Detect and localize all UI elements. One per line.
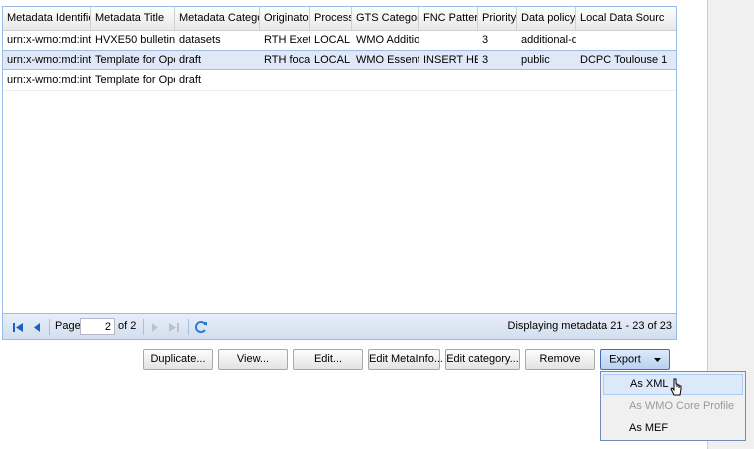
toolbar-separator xyxy=(49,319,50,335)
cell-title: Template for Ope xyxy=(95,54,175,66)
column-header-gts-category[interactable]: GTS Category xyxy=(352,7,419,30)
column-header-metadata-identifier[interactable]: Metadata Identifie xyxy=(3,7,91,30)
export-button-label: Export xyxy=(609,353,641,366)
remove-button[interactable]: Remove xyxy=(525,349,595,370)
page-label: Page xyxy=(55,320,81,332)
cell-identifier: urn:x-wmo:md:int xyxy=(7,54,91,66)
cell-category: datasets xyxy=(179,34,221,46)
cell-identifier: urn:x-wmo:md:int xyxy=(7,34,91,46)
cell-fnc-pattern: INSERT HER xyxy=(423,54,478,66)
table-row[interactable]: urn:x-wmo:md:int Template for Ope draft xyxy=(3,71,676,91)
menu-item-as-mef[interactable]: As MEF xyxy=(603,418,743,439)
cell-category: draft xyxy=(179,54,202,66)
column-header-metadata-title[interactable]: Metadata Title xyxy=(91,7,175,30)
column-header-process[interactable]: Process xyxy=(310,7,352,30)
table-row[interactable]: urn:x-wmo:md:int HVXE50 bulletin a datas… xyxy=(3,31,676,51)
cell-gts-category: WMO Essentic xyxy=(356,54,419,66)
duplicate-button[interactable]: Duplicate... xyxy=(143,349,213,370)
column-header-priority[interactable]: Priority xyxy=(478,7,517,30)
paging-status-text: Displaying metadata 21 - 23 of 23 xyxy=(507,320,673,332)
first-page-icon[interactable] xyxy=(10,319,26,335)
cell-fnc-pattern xyxy=(419,31,478,50)
column-header-metadata-category[interactable]: Metadata Categor xyxy=(175,7,260,30)
export-button[interactable]: Export xyxy=(600,349,670,370)
column-header-originator[interactable]: Originator xyxy=(260,7,310,30)
cell-originator: RTH Exete xyxy=(264,34,310,46)
cell-priority: 3 xyxy=(482,34,489,46)
cell-title: HVXE50 bulletin a xyxy=(95,34,175,46)
paging-toolbar: Page of 2 Displaying metadata 21 - 23 of… xyxy=(3,313,676,339)
cell-local-data-source xyxy=(576,31,676,50)
previous-page-icon[interactable] xyxy=(29,319,45,335)
grid-header: Metadata Identifie Metadata Title Metada… xyxy=(3,7,676,31)
mouse-pointer-icon xyxy=(670,378,683,401)
cell-process: LOCAL xyxy=(314,54,351,66)
metadata-grid: Metadata Identifie Metadata Title Metada… xyxy=(2,6,677,340)
refresh-icon[interactable] xyxy=(193,319,209,335)
cell-originator: RTH focal xyxy=(264,54,310,66)
page-number-input[interactable] xyxy=(80,318,115,335)
last-page-icon[interactable] xyxy=(166,319,182,335)
cell-identifier: urn:x-wmo:md:int xyxy=(7,74,91,86)
cell-category: draft xyxy=(179,74,202,86)
toolbar-separator xyxy=(188,319,189,335)
cell-process: LOCAL xyxy=(314,34,351,46)
next-page-icon[interactable] xyxy=(147,319,163,335)
cell-data-policy: additional-d xyxy=(521,34,576,46)
cell-data-policy: public xyxy=(521,54,550,66)
toolbar-separator xyxy=(143,319,144,335)
cell-gts-category: WMO Addition xyxy=(356,34,419,46)
column-header-fnc-pattern[interactable]: FNC Pattern xyxy=(419,7,478,30)
column-header-data-policy[interactable]: Data policy xyxy=(517,7,576,30)
page-count-label: of 2 xyxy=(118,320,137,332)
cell-priority: 3 xyxy=(482,54,489,66)
view-button[interactable]: View... xyxy=(218,349,288,370)
table-row-selected[interactable]: urn:x-wmo:md:int Template for Ope draft … xyxy=(3,50,676,70)
chevron-down-icon xyxy=(653,350,661,369)
cell-title: Template for Ope xyxy=(95,74,175,86)
edit-button[interactable]: Edit... xyxy=(293,349,363,370)
edit-category-button[interactable]: Edit category... xyxy=(445,349,520,370)
cell-local-data-source: DCPC Toulouse 1 xyxy=(580,54,668,66)
edit-metainfo-button[interactable]: Edit MetaInfo... xyxy=(368,349,443,370)
column-header-local-data-source[interactable]: Local Data Sourc xyxy=(576,7,676,30)
